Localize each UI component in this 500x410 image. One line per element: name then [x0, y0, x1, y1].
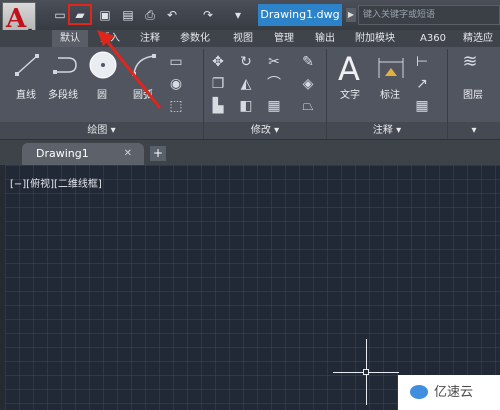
stretch-icon[interactable]: ▙: [210, 98, 226, 114]
close-icon[interactable]: ✕: [124, 143, 132, 165]
erase-icon[interactable]: ✎: [300, 54, 316, 70]
open-highlight-box: [68, 4, 92, 25]
annotation-panel-title: 注释: [372, 125, 393, 136]
draw-panel-title: 绘图: [87, 125, 108, 136]
tab-parametric[interactable]: 参数化: [180, 30, 210, 47]
tab-default[interactable]: 默认: [52, 30, 88, 47]
text-label[interactable]: 文字: [340, 90, 360, 102]
file-tab[interactable]: Drawing1 ✕: [22, 143, 144, 165]
plot-icon[interactable]: ⎙: [142, 7, 158, 23]
modify-panel-footer[interactable]: 修改 ▾: [204, 122, 326, 139]
line-icon[interactable]: [14, 52, 40, 78]
tab-output[interactable]: 输出: [315, 30, 335, 47]
copy-icon[interactable]: ❐: [210, 76, 226, 92]
polyline-label[interactable]: 多段线: [48, 90, 78, 102]
array-icon[interactable]: ▦: [266, 98, 282, 114]
layer-properties-icon[interactable]: ≋: [462, 53, 478, 71]
dimension-label[interactable]: 标注: [380, 90, 400, 102]
saveas-icon[interactable]: ▤: [120, 7, 136, 23]
trim-icon[interactable]: ✂: [266, 54, 282, 70]
offset-icon[interactable]: ⏢: [300, 98, 316, 114]
rotate-icon[interactable]: ↻: [238, 54, 254, 70]
drawing-canvas[interactable]: [0, 165, 500, 410]
watermark-text: 亿速云: [434, 385, 474, 400]
tab-featured[interactable]: 精选应: [463, 30, 493, 47]
modify-panel-title: 修改: [250, 125, 271, 136]
fillet-icon[interactable]: ⌒: [266, 76, 282, 92]
linear-dim-icon[interactable]: ⊢: [414, 54, 430, 70]
tab-manage[interactable]: 管理: [274, 30, 294, 47]
text-icon[interactable]: A: [338, 52, 360, 86]
search-input[interactable]: 键入关键字或短语: [358, 5, 500, 25]
mirror-icon[interactable]: ◭: [238, 76, 254, 92]
table-icon[interactable]: ▦: [414, 98, 430, 114]
save-icon[interactable]: ▣: [97, 7, 113, 23]
search-arrow-icon[interactable]: ▶: [346, 8, 356, 22]
layer-panel-footer[interactable]: ▾: [448, 122, 500, 139]
move-icon[interactable]: ✥: [210, 54, 226, 70]
new-icon[interactable]: ▭: [52, 7, 68, 23]
draw-panel-footer[interactable]: 绘图 ▾: [0, 122, 203, 139]
tab-a360[interactable]: A360: [420, 30, 446, 47]
polyline-icon[interactable]: [52, 52, 80, 78]
crosshair-pickbox: [363, 369, 369, 375]
tab-addins[interactable]: 附加模块: [355, 30, 395, 47]
line-label[interactable]: 直线: [16, 90, 36, 102]
tab-view[interactable]: 视图: [233, 30, 253, 47]
explode-icon[interactable]: ◈: [300, 76, 316, 92]
document-title: Drawing1.dwg: [258, 4, 342, 26]
dimension-icon[interactable]: [376, 54, 406, 82]
redo-icon[interactable]: ↷: [200, 7, 216, 23]
viewport-controls[interactable]: [−][俯视][二维线框]: [10, 175, 102, 190]
file-tab-label: Drawing1: [36, 147, 89, 160]
leader-icon[interactable]: ↗: [414, 76, 430, 92]
layer-label[interactable]: 图层: [463, 90, 483, 102]
scale-icon[interactable]: ◧: [238, 98, 254, 114]
customize-icon[interactable]: ▾: [230, 7, 246, 23]
watermark-logo-icon: [410, 385, 428, 399]
undo-icon[interactable]: ↶: [164, 7, 180, 23]
annotation-panel-footer[interactable]: 注释 ▾: [327, 122, 447, 139]
red-arrow-annotation: [97, 30, 162, 109]
new-tab-button[interactable]: +: [150, 146, 166, 161]
